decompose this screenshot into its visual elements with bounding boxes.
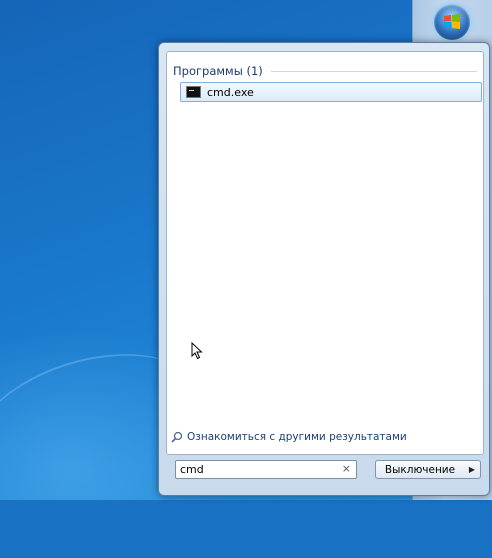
shutdown-options-arrow-icon[interactable]: ▶ (464, 460, 481, 479)
search-icon (171, 431, 183, 443)
search-input[interactable] (180, 463, 330, 476)
result-item-cmd[interactable]: cmd.exe (180, 82, 482, 102)
search-box[interactable]: × (175, 460, 357, 479)
clear-search-icon[interactable]: × (342, 462, 351, 475)
windows-logo-icon (444, 14, 460, 29)
see-more-results-label: Ознакомиться с другими результатами (187, 431, 407, 443)
group-divider (270, 70, 477, 72)
command-prompt-icon (186, 86, 201, 98)
start-menu: Программы (1) cmd.exe Ознакомиться с дру… (158, 42, 490, 496)
start-button[interactable] (434, 4, 470, 40)
results-group-header: Программы (1) (173, 62, 477, 80)
result-item-label: cmd.exe (207, 85, 254, 99)
see-more-results-link[interactable]: Ознакомиться с другими результатами (171, 431, 407, 443)
search-results-pane: Программы (1) cmd.exe (166, 51, 484, 455)
results-group-title: Программы (1) (173, 64, 263, 78)
shutdown-button[interactable]: Выключение (375, 460, 465, 479)
mouse-cursor-icon (191, 342, 203, 360)
